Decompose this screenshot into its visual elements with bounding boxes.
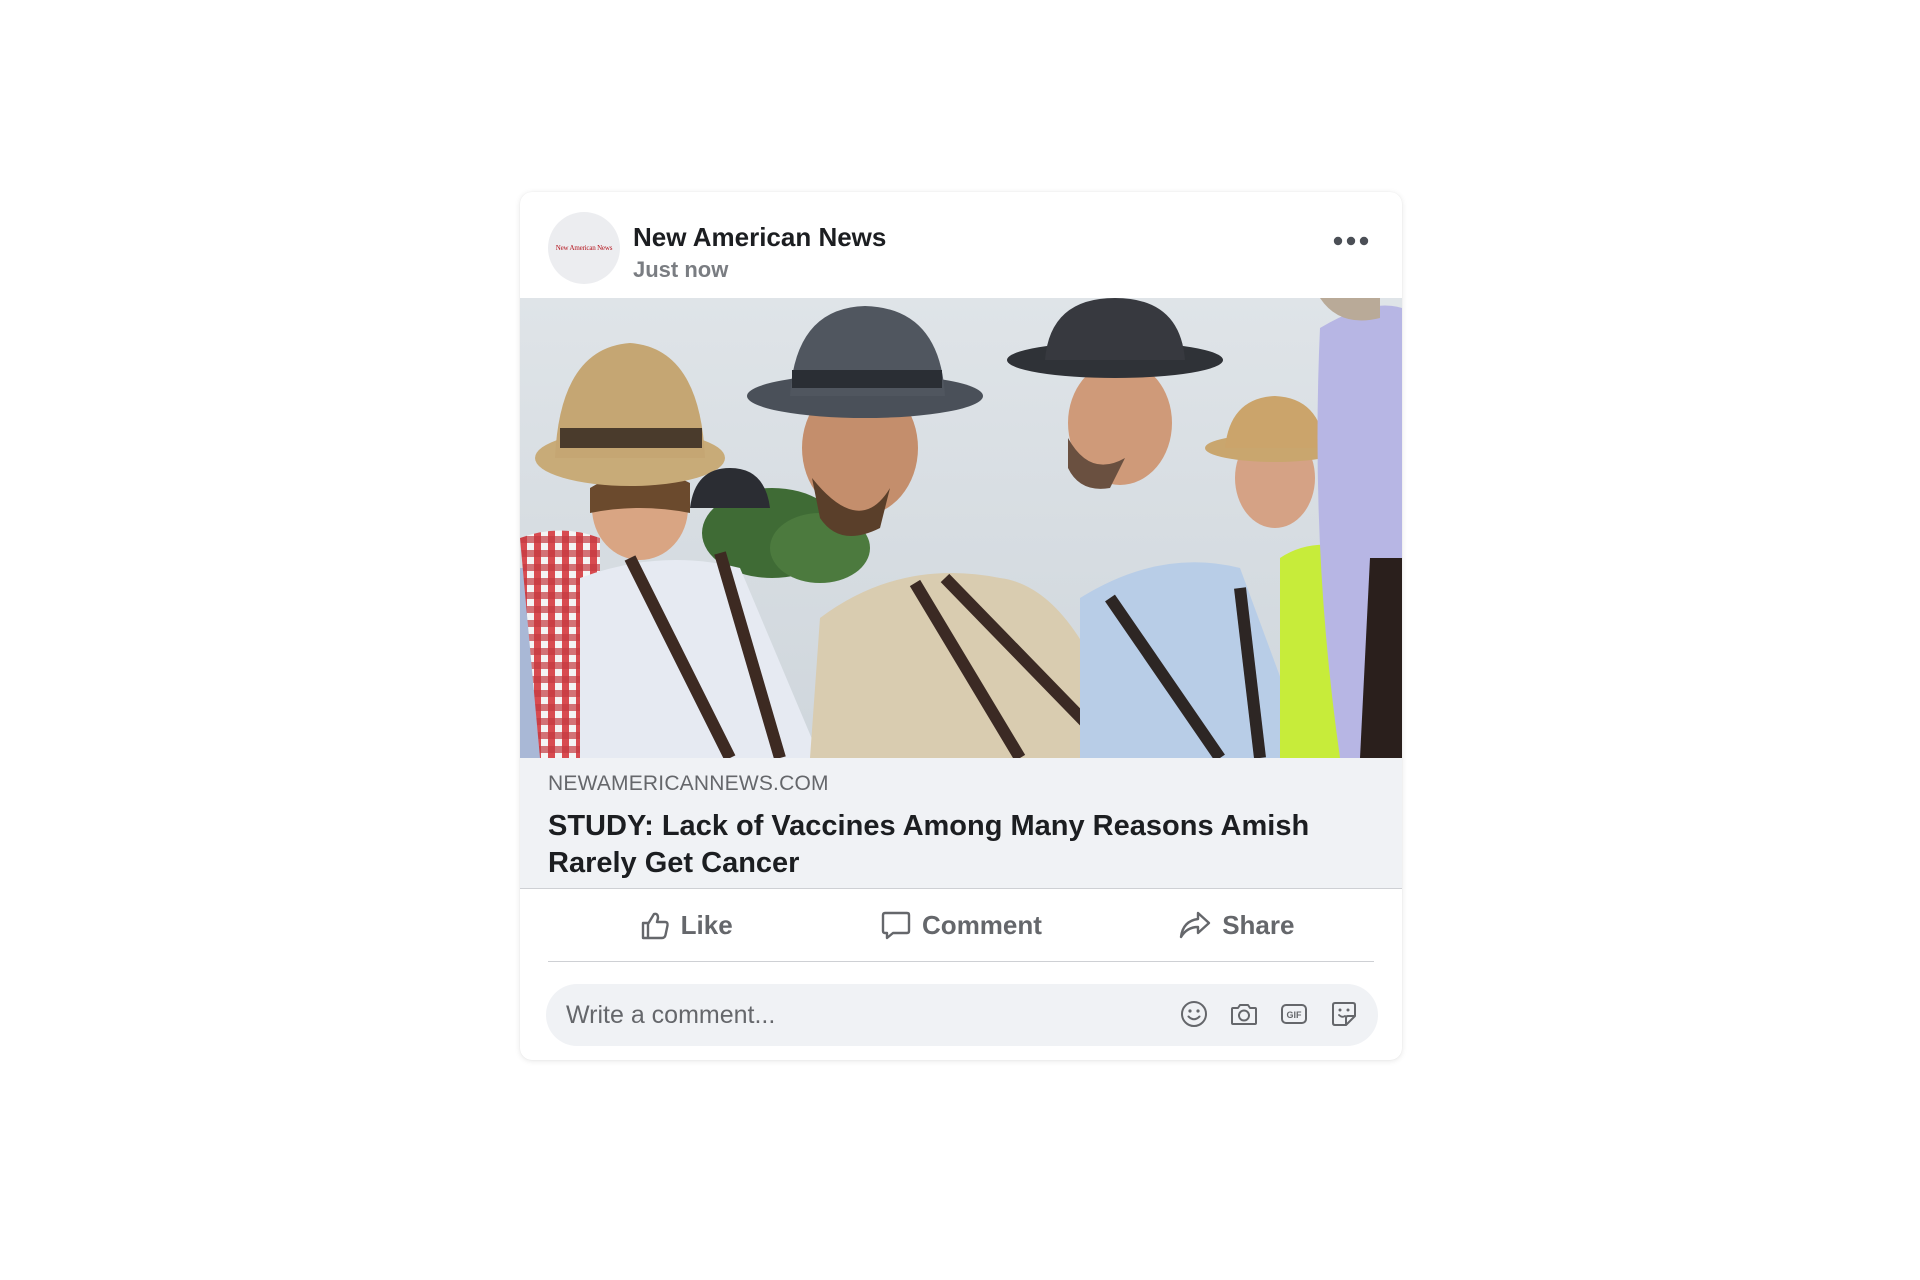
comment-icon [881, 911, 911, 940]
photo-image [520, 298, 1402, 758]
link-domain: NEWAMERICANNEWS.COM [548, 772, 829, 795]
news-feed-post: New American News New American News Just… [520, 192, 1402, 1060]
like-icon [641, 912, 669, 940]
camera-icon [1231, 1004, 1257, 1025]
emoji-button[interactable] [1178, 998, 1210, 1030]
like-label: Like [680, 909, 733, 940]
avatar-logo: New American News [555, 244, 613, 252]
like-button[interactable]: Like [548, 889, 823, 961]
emoji-icon [1181, 1001, 1207, 1027]
more-options-button[interactable] [1326, 228, 1376, 254]
link-preview[interactable]: NEWAMERICANNEWS.COM STUDY: Lack of Vacci… [520, 758, 1402, 889]
sticker-icon [1332, 1002, 1356, 1026]
svg-text:GIF: GIF [1287, 1010, 1303, 1020]
share-button[interactable]: Share [1099, 889, 1374, 961]
post-timestamp[interactable]: Just now [633, 257, 728, 283]
page-avatar[interactable]: New American News [548, 212, 620, 284]
link-title: STUDY: Lack of Vaccines Among Many Reaso… [548, 810, 1310, 879]
post-header: New American News New American News Just… [520, 192, 1402, 298]
post-actions-bar: Like Comment Share [548, 889, 1374, 962]
share-label: Share [1222, 909, 1295, 940]
comment-label: Comment [922, 909, 1042, 940]
comment-composer: GIF [546, 984, 1378, 1046]
comment-tools: GIF [1178, 998, 1360, 1030]
comment-input[interactable] [546, 984, 1166, 1046]
comment-button[interactable]: Comment [823, 889, 1098, 961]
page-name[interactable]: New American News [633, 222, 886, 253]
gif-icon: GIF [1281, 1004, 1307, 1024]
more-options-icon [1333, 236, 1369, 246]
camera-button[interactable] [1228, 998, 1260, 1030]
share-icon [1179, 911, 1211, 939]
sticker-button[interactable] [1328, 998, 1360, 1030]
post-photo[interactable] [520, 298, 1402, 758]
gif-button[interactable]: GIF [1278, 998, 1310, 1030]
